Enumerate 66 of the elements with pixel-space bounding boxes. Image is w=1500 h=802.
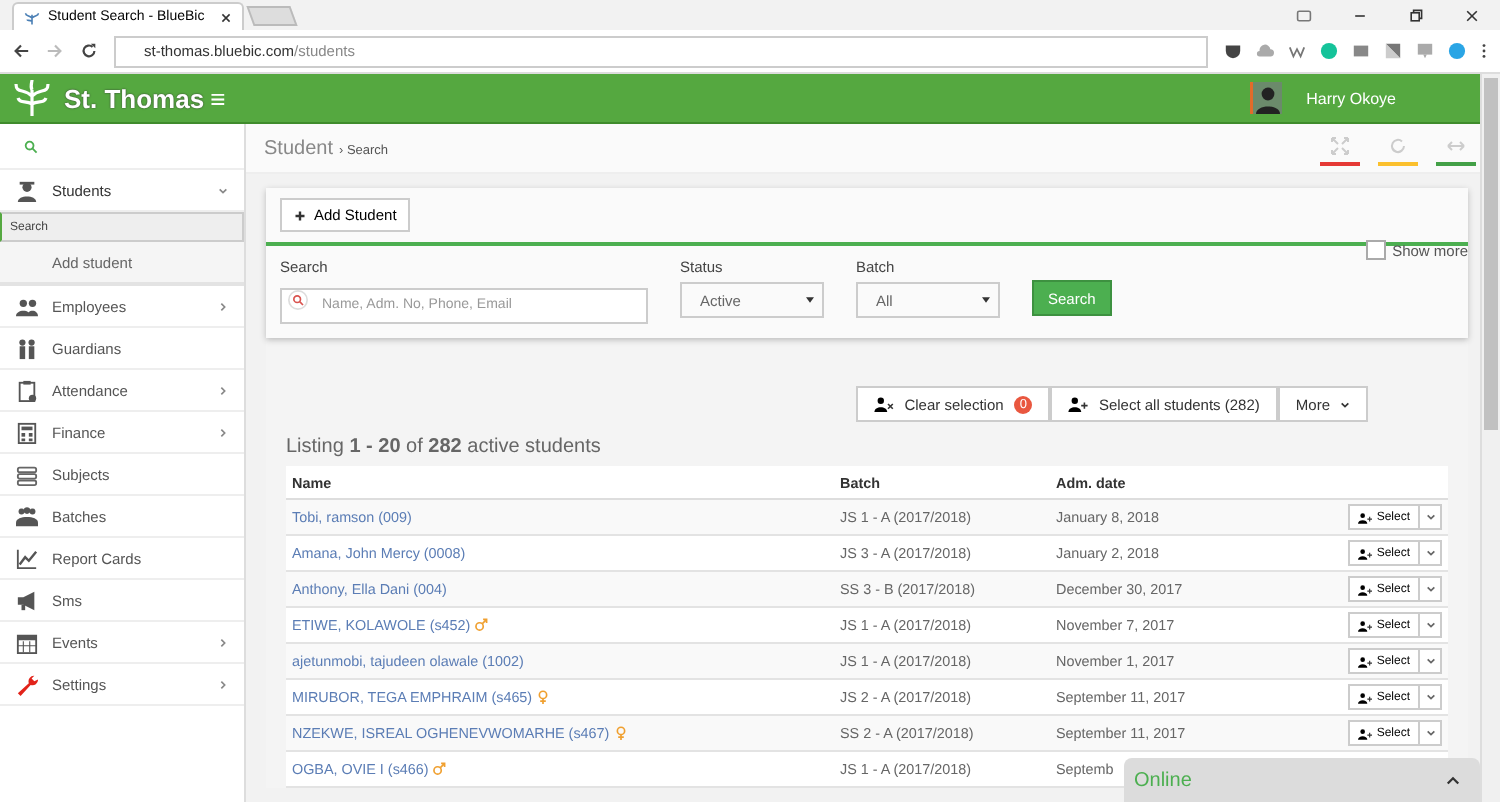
close-icon[interactable] [1464,7,1480,23]
dropdown-toggle[interactable] [1420,576,1442,602]
family-icon [16,337,38,359]
chevron-icon [1425,728,1435,738]
books-icon [16,463,38,485]
extension-icon[interactable] [1416,42,1434,60]
dropdown-toggle[interactable] [1420,540,1442,566]
user-add-icon [1358,691,1373,703]
group-icon [16,505,38,527]
user-add-icon [1068,396,1089,412]
cloud-icon[interactable] [1256,42,1274,60]
pocket-icon[interactable] [1224,42,1242,60]
people-icon [16,295,38,317]
extension-icon[interactable] [1448,42,1466,60]
restore-icon[interactable] [1408,7,1424,23]
user-add-icon [1358,619,1373,631]
avatar-icon[interactable] [1250,80,1283,116]
caret-icon [806,296,814,304]
leaf-icon [24,9,40,25]
megaphone-icon [16,589,38,611]
caret-icon [982,296,990,304]
chevron-icon [1425,584,1435,594]
clipboard-icon [16,379,38,401]
wrench-icon [16,673,38,695]
chat-status: Online [1134,769,1192,791]
dropdown-toggle[interactable] [1420,684,1442,710]
search-icon [288,290,308,310]
dropdown-toggle[interactable] [1420,648,1442,674]
scrollbar[interactable] [1480,74,1500,802]
user-add-icon [1358,727,1373,739]
listing-summary: Listing 1 - 20 of 282 active students [286,434,603,460]
student-icon [16,179,38,201]
dropdown-toggle[interactable] [1420,504,1442,530]
chevron-icon [1425,548,1435,558]
chevron-icon [1340,399,1350,409]
female-sign-icon [536,690,551,704]
user-add-icon [1358,511,1373,523]
line-chart-icon [16,547,38,569]
dropdown-toggle[interactable] [1420,612,1442,638]
profile-icon[interactable] [1296,7,1312,23]
user-add-icon [1358,547,1373,559]
female-sign-icon [613,726,628,740]
calculator-icon [16,421,38,443]
reload-icon[interactable] [80,42,98,60]
forward-icon[interactable] [46,42,64,60]
extension-icon[interactable] [1384,42,1402,60]
chevron-up-icon [1446,774,1460,786]
menu-icon[interactable] [1480,42,1488,60]
user-remove-icon [874,396,895,412]
dropdown-toggle[interactable] [1420,720,1442,746]
search-icon[interactable] [24,139,38,153]
male-sign-icon [432,762,447,776]
page-title: Student [264,137,333,159]
chevron-icon [1425,512,1435,522]
chevron-icon [1425,620,1435,630]
back-icon[interactable] [12,42,30,60]
leaf-logo-icon [12,78,52,118]
chevron-icon [1425,656,1435,666]
plus-icon [294,209,306,221]
calendar-icon [16,631,38,653]
male-sign-icon [474,618,489,632]
user-add-icon [1358,583,1373,595]
user-add-icon [1358,655,1373,667]
chevron-icon [1425,692,1435,702]
new-tab-button[interactable] [246,6,298,26]
close-icon[interactable] [220,11,232,23]
